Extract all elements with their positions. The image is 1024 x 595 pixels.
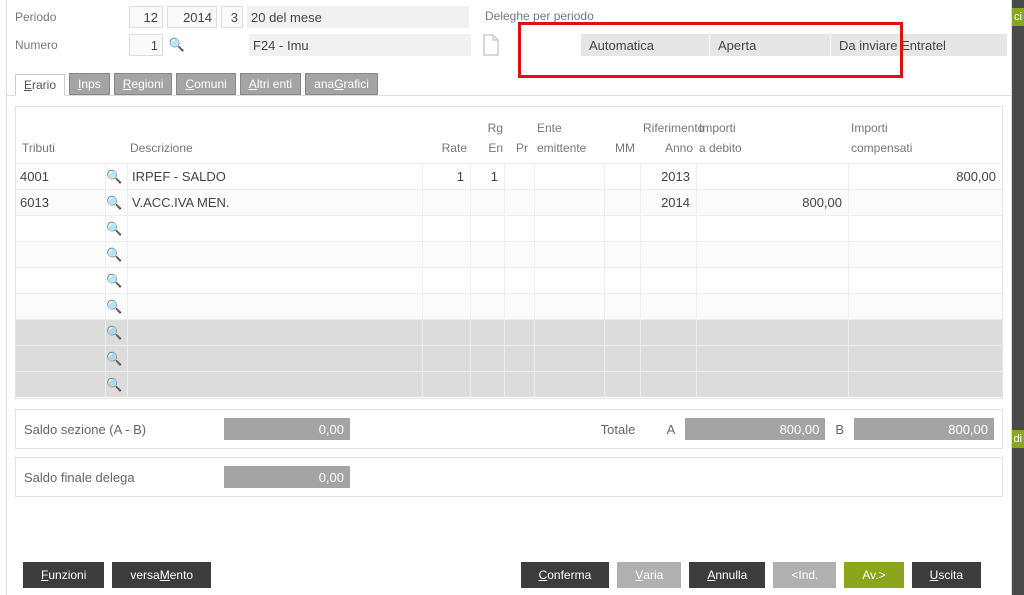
- status-invio: Da inviare Entratel: [831, 34, 1007, 56]
- search-icon: 🔍: [106, 372, 128, 397]
- footer-bar: Funzioni versaMento Conferma Varia Annul…: [13, 557, 999, 593]
- btn-ind: <Ind.: [773, 562, 836, 588]
- value-totale-b: 800,00: [854, 418, 994, 440]
- right-sidebar-strip: ci di: [1012, 0, 1024, 595]
- tab-anagrafici[interactable]: anaGrafici: [305, 73, 378, 95]
- totals-finale: Saldo finale delega 0,00: [15, 457, 1003, 497]
- input-numero[interactable]: [129, 34, 163, 56]
- btn-av[interactable]: Av.>: [844, 562, 903, 588]
- btn-varia[interactable]: Varia: [617, 562, 681, 588]
- label-b: B: [835, 422, 844, 437]
- btn-versamento[interactable]: versaMento: [112, 562, 211, 588]
- grid-erario: Rg Ente Riferimento Importi Importi Trib…: [15, 106, 1003, 399]
- input-periodo-anno[interactable]: [167, 6, 217, 28]
- header-row-periodo: Periodo 20 del mese Deleghe per periodo: [7, 0, 1011, 28]
- value-saldo-finale: 0,00: [224, 466, 350, 488]
- status-aperta: Aperta: [710, 34, 830, 56]
- grid-header-2: Tributi Descrizione Rate En Pr emittente…: [16, 141, 1002, 163]
- table-row[interactable]: 4001 🔍 IRPEF - SALDO 1 1 2013 800,00: [16, 163, 1002, 189]
- tab-comuni[interactable]: Comuni: [176, 73, 235, 95]
- search-icon[interactable]: 🔍: [106, 294, 128, 319]
- search-icon: 🔍: [106, 320, 128, 345]
- input-periodo-mese[interactable]: [129, 6, 163, 28]
- table-row[interactable]: 🔍: [16, 293, 1002, 319]
- table-row[interactable]: 6013 🔍 V.ACC.IVA MEN. 2014 800,00: [16, 189, 1002, 215]
- label-deleghe: Deleghe per periodo: [481, 9, 1007, 26]
- tab-inps[interactable]: Inps: [69, 73, 110, 95]
- btn-conferma[interactable]: Conferma: [521, 562, 610, 588]
- search-icon[interactable]: 🔍: [106, 190, 128, 215]
- btn-funzioni[interactable]: Funzioni: [23, 562, 104, 588]
- main-panel: Periodo 20 del mese Deleghe per periodo …: [6, 0, 1012, 595]
- grid-header-1: Rg Ente Riferimento Importi Importi: [16, 107, 1002, 141]
- search-icon[interactable]: 🔍: [106, 268, 128, 293]
- table-row[interactable]: 🔍: [16, 241, 1002, 267]
- label-totale: Totale: [601, 422, 636, 437]
- search-icon: 🔍: [106, 346, 128, 371]
- btn-annulla[interactable]: Annulla: [689, 562, 765, 588]
- label-saldo-sezione: Saldo sezione (A - B): [24, 422, 214, 437]
- search-icon[interactable]: 🔍: [167, 37, 187, 53]
- search-icon[interactable]: 🔍: [106, 242, 128, 267]
- tab-altri[interactable]: Altri enti: [240, 73, 301, 95]
- table-row: 🔍: [16, 345, 1002, 371]
- value-saldo-sezione: 0,00: [224, 418, 350, 440]
- table-row[interactable]: 🔍: [16, 267, 1002, 293]
- table-row: 🔍: [16, 319, 1002, 345]
- label-a: A: [645, 422, 675, 437]
- totals-section: Saldo sezione (A - B) 0,00 Totale A 800,…: [15, 409, 1003, 449]
- label-numero: Numero: [15, 38, 125, 52]
- input-periodo-n[interactable]: [221, 6, 243, 28]
- document-icon[interactable]: [479, 32, 503, 58]
- table-row[interactable]: 🔍: [16, 215, 1002, 241]
- label-saldo-finale: Saldo finale delega: [24, 470, 214, 485]
- side-badge-top: ci: [1012, 8, 1024, 26]
- side-badge-bottom: di: [1011, 430, 1024, 448]
- label-periodo: Periodo: [15, 10, 125, 24]
- numero-desc: F24 - Imu: [249, 34, 471, 56]
- tab-bar: Erario Inps Regioni Comuni Altri enti an…: [7, 68, 1011, 96]
- status-automatica: Automatica: [581, 34, 709, 56]
- table-row: 🔍: [16, 371, 1002, 397]
- search-icon[interactable]: 🔍: [106, 164, 128, 189]
- header-row-numero: Numero 🔍 F24 - Imu Automatica Aperta Da …: [7, 28, 1011, 68]
- tab-erario[interactable]: Erario: [15, 74, 65, 96]
- periodo-desc: 20 del mese: [247, 6, 469, 28]
- search-icon[interactable]: 🔍: [106, 216, 128, 241]
- tab-regioni[interactable]: Regioni: [114, 73, 173, 95]
- btn-uscita[interactable]: Uscita: [912, 562, 981, 588]
- value-totale-a: 800,00: [685, 418, 825, 440]
